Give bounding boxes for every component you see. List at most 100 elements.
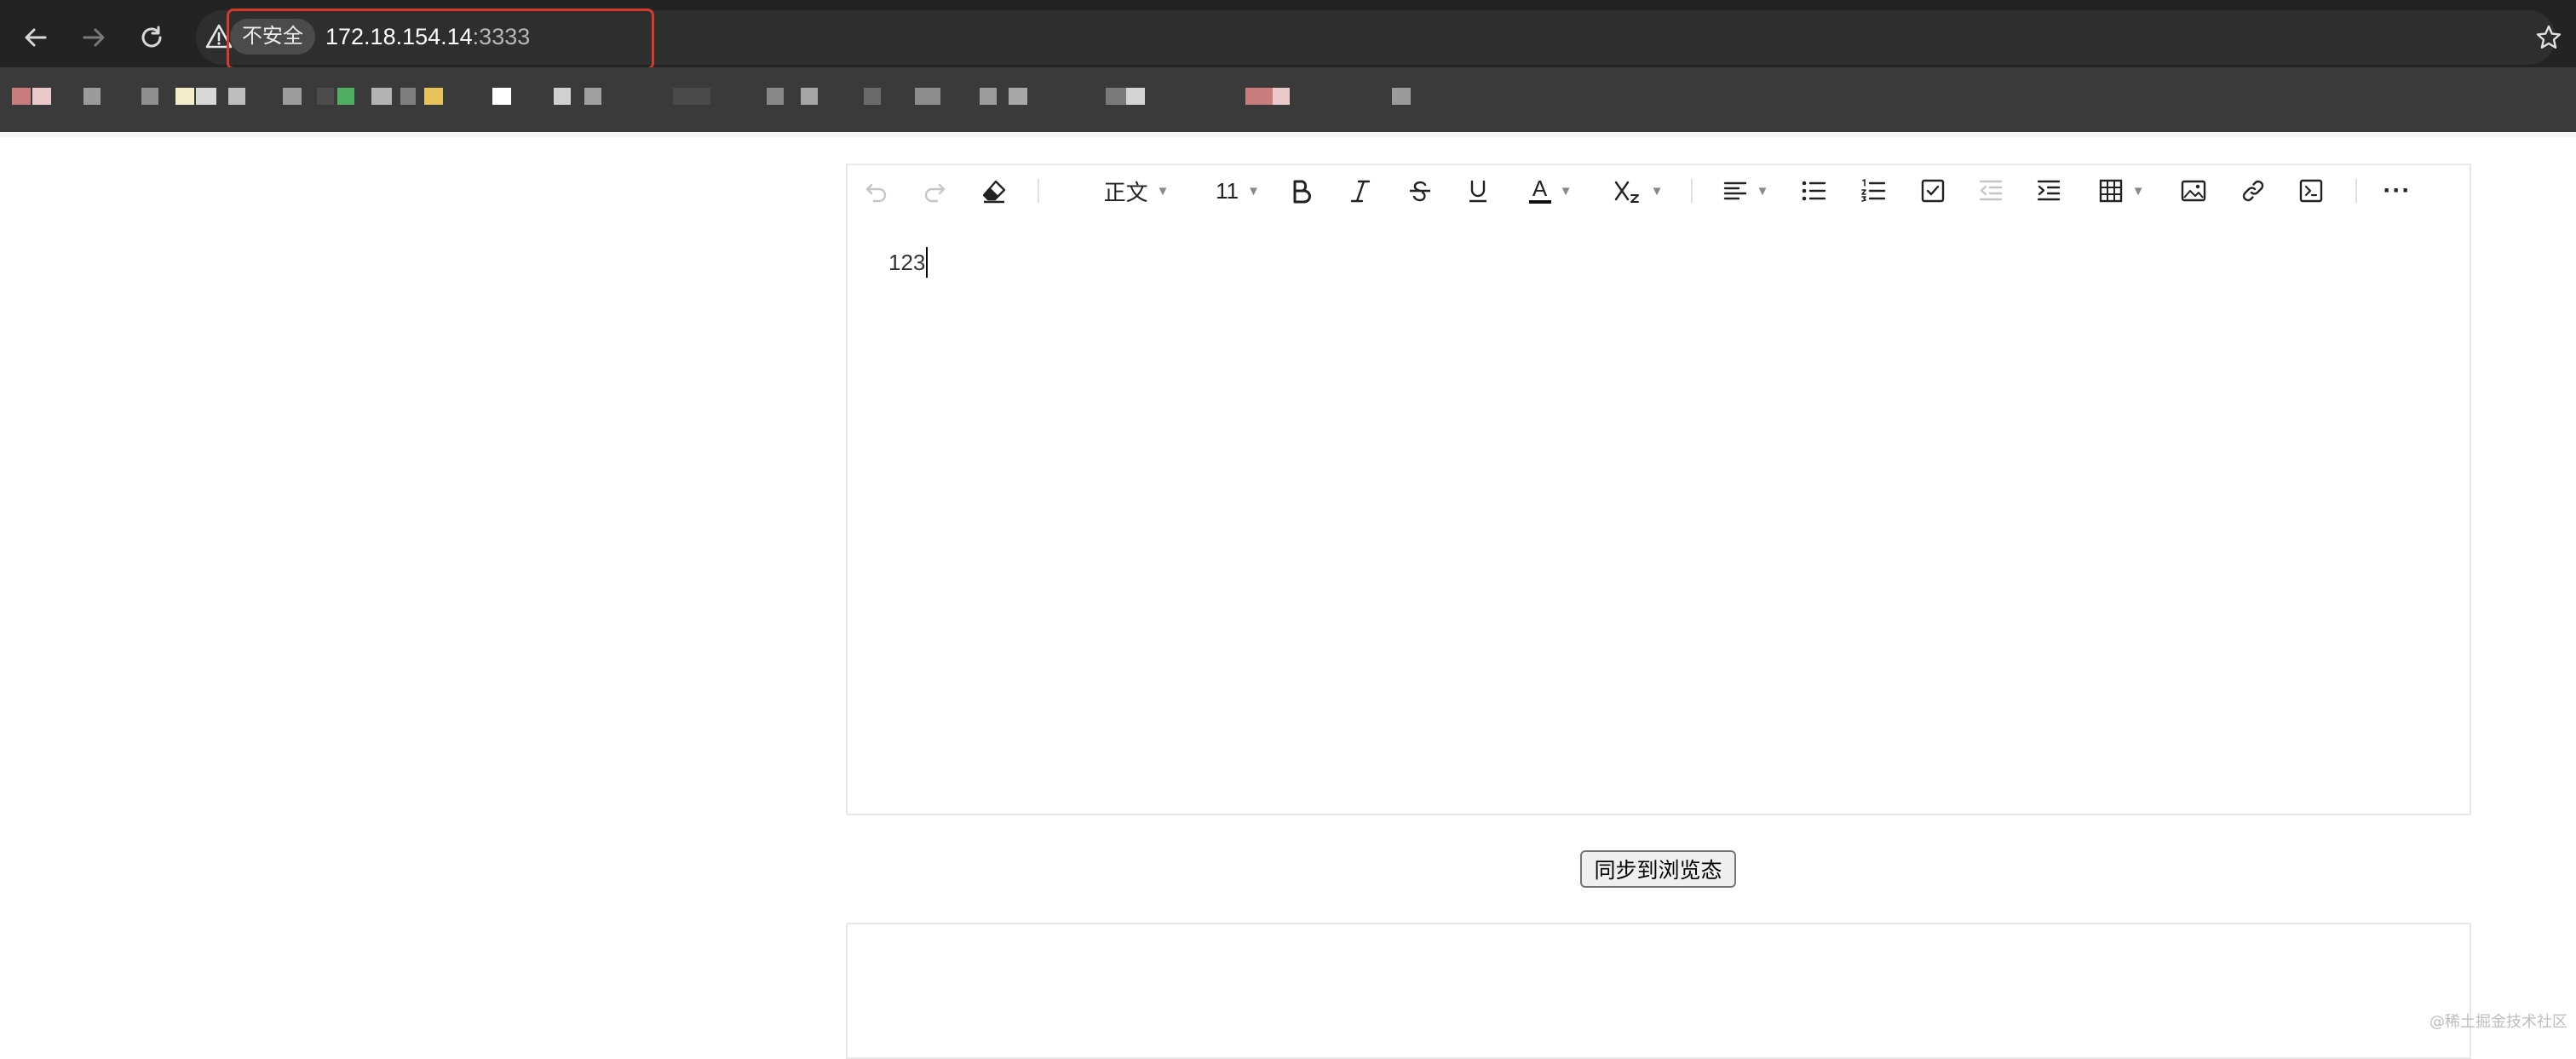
paragraph-style-select[interactable]: 正文 ▼: [1090, 174, 1183, 208]
chevron-down-icon: ▼: [1756, 183, 1769, 199]
chevron-down-icon: ▼: [1156, 183, 1170, 199]
rich-text-editor: 正文 ▼ 11 ▼ A ▼ ▼ ▼ ▼ ··· 123: [846, 164, 2471, 815]
eraser-icon: [982, 180, 1006, 204]
bold-icon: [1293, 180, 1311, 204]
bookmark-item[interactable]: [864, 88, 881, 105]
preview-area: [846, 923, 2471, 1059]
paragraph-style-value: 正文: [1103, 179, 1148, 205]
bookmark-item[interactable]: [83, 88, 101, 105]
bulleted-list-button[interactable]: [1797, 174, 1831, 208]
underline-button[interactable]: [1461, 174, 1495, 208]
bulleted-list-icon: [1802, 181, 1826, 201]
toolbar-separator: [1038, 179, 1039, 203]
underline-icon: [1469, 180, 1486, 203]
outdent-icon: [1979, 180, 2003, 201]
editor-content-area[interactable]: 123: [888, 247, 2435, 797]
bookmark-item[interactable]: [1009, 88, 1027, 105]
chevron-down-icon: ▼: [2131, 183, 2145, 199]
redo-icon: [924, 183, 946, 203]
redo-button[interactable]: [917, 174, 952, 208]
outdent-button[interactable]: [1974, 174, 2008, 208]
reload-icon: [141, 26, 162, 48]
bookmark-item[interactable]: [801, 88, 818, 105]
bookmark-item[interactable]: [584, 88, 601, 105]
chevron-down-icon: ▼: [1247, 183, 1260, 199]
more-button[interactable]: ···: [2376, 174, 2418, 208]
bookmark-item[interactable]: [1273, 88, 1290, 105]
bookmark-item[interactable]: [196, 88, 216, 105]
bold-button[interactable]: [1284, 174, 1318, 208]
table-icon: [2099, 179, 2122, 203]
bookmark-item[interactable]: [915, 88, 940, 105]
subscript-select[interactable]: ▼: [1613, 174, 1664, 208]
back-arrow-icon: [25, 28, 47, 47]
table-select[interactable]: ▼: [2093, 174, 2149, 208]
indent-icon: [2037, 180, 2061, 201]
sync-to-preview-button[interactable]: 同步到浏览态: [1580, 850, 1736, 888]
chevron-down-icon: ▼: [1650, 183, 1664, 199]
bookmark-item[interactable]: [32, 88, 51, 105]
link-icon: [2242, 180, 2264, 202]
numbered-list-icon: [1861, 179, 1886, 202]
bookmark-item[interactable]: [400, 88, 416, 105]
bookmark-item[interactable]: [12, 88, 31, 105]
url-text[interactable]: 172.18.154.14:3333: [325, 19, 530, 55]
todo-checkbox-button[interactable]: [1916, 174, 1950, 208]
not-secure-chip[interactable]: 不安全: [230, 19, 315, 55]
font-color-icon: A: [1528, 177, 1551, 204]
font-size-value: 11: [1216, 177, 1239, 204]
undo-button[interactable]: [860, 174, 894, 208]
numbered-list-button[interactable]: [1856, 174, 1890, 208]
address-bar[interactable]: [196, 10, 2556, 65]
insert-link-button[interactable]: [2236, 174, 2270, 208]
reload-button[interactable]: [133, 19, 170, 56]
content-top-edge: [0, 132, 2576, 137]
watermark: @稀土掘金技术社区: [2429, 1013, 2567, 1031]
code-block-icon: [2299, 179, 2323, 203]
insert-image-button[interactable]: [2176, 174, 2211, 208]
strikethrough-icon: [1410, 181, 1430, 202]
indent-button[interactable]: [2032, 174, 2066, 208]
bookmark-item[interactable]: [1245, 88, 1276, 105]
url-host: 172.18.154.14: [325, 24, 473, 49]
bookmark-item[interactable]: [673, 88, 710, 105]
text-cursor: [926, 247, 929, 278]
editor-toolbar: 正文 ▼ 11 ▼ A ▼ ▼ ▼ ▼ ···: [848, 165, 2470, 216]
bookmark-item[interactable]: [141, 88, 158, 105]
image-icon: [2181, 180, 2206, 202]
font-color-select[interactable]: A ▼: [1521, 174, 1580, 208]
strikethrough-button[interactable]: [1403, 174, 1437, 208]
editor-text: 123: [888, 250, 926, 275]
italic-button[interactable]: [1343, 174, 1377, 208]
bookmark-item[interactable]: [228, 88, 245, 105]
undo-icon: [865, 183, 887, 203]
browser-top-bar: 不安全 172.18.154.14:3333: [0, 0, 2576, 70]
warning-triangle-icon: [205, 24, 233, 49]
star-icon: [2536, 25, 2562, 49]
clear-format-button[interactable]: [977, 174, 1011, 208]
align-select[interactable]: ▼: [1720, 174, 1771, 208]
more-icon: ···: [2383, 176, 2412, 204]
italic-icon: [1350, 180, 1371, 203]
bookmark-item[interactable]: [317, 88, 334, 105]
bookmark-item[interactable]: [1392, 88, 1411, 105]
back-button[interactable]: [17, 19, 55, 56]
font-size-select[interactable]: 11 ▼: [1212, 174, 1263, 208]
code-block-button[interactable]: [2294, 174, 2328, 208]
toolbar-separator: [1691, 179, 1693, 203]
bookmark-item[interactable]: [371, 88, 392, 105]
bookmark-item[interactable]: [1126, 88, 1145, 105]
chevron-down-icon: ▼: [1559, 183, 1573, 199]
bookmark-item[interactable]: [283, 88, 302, 105]
bookmark-item[interactable]: [175, 88, 194, 105]
bookmark-item[interactable]: [337, 88, 354, 105]
bookmark-item[interactable]: [980, 88, 997, 105]
bookmark-item[interactable]: [767, 88, 784, 105]
bookmark-item[interactable]: [492, 88, 511, 105]
bookmark-item[interactable]: [424, 88, 443, 105]
bookmark-item[interactable]: [554, 88, 571, 105]
forward-button[interactable]: [75, 19, 112, 56]
bookmark-star-button[interactable]: [2530, 19, 2567, 56]
align-icon: [1723, 181, 1746, 200]
bookmarks-bar: [0, 67, 2576, 132]
